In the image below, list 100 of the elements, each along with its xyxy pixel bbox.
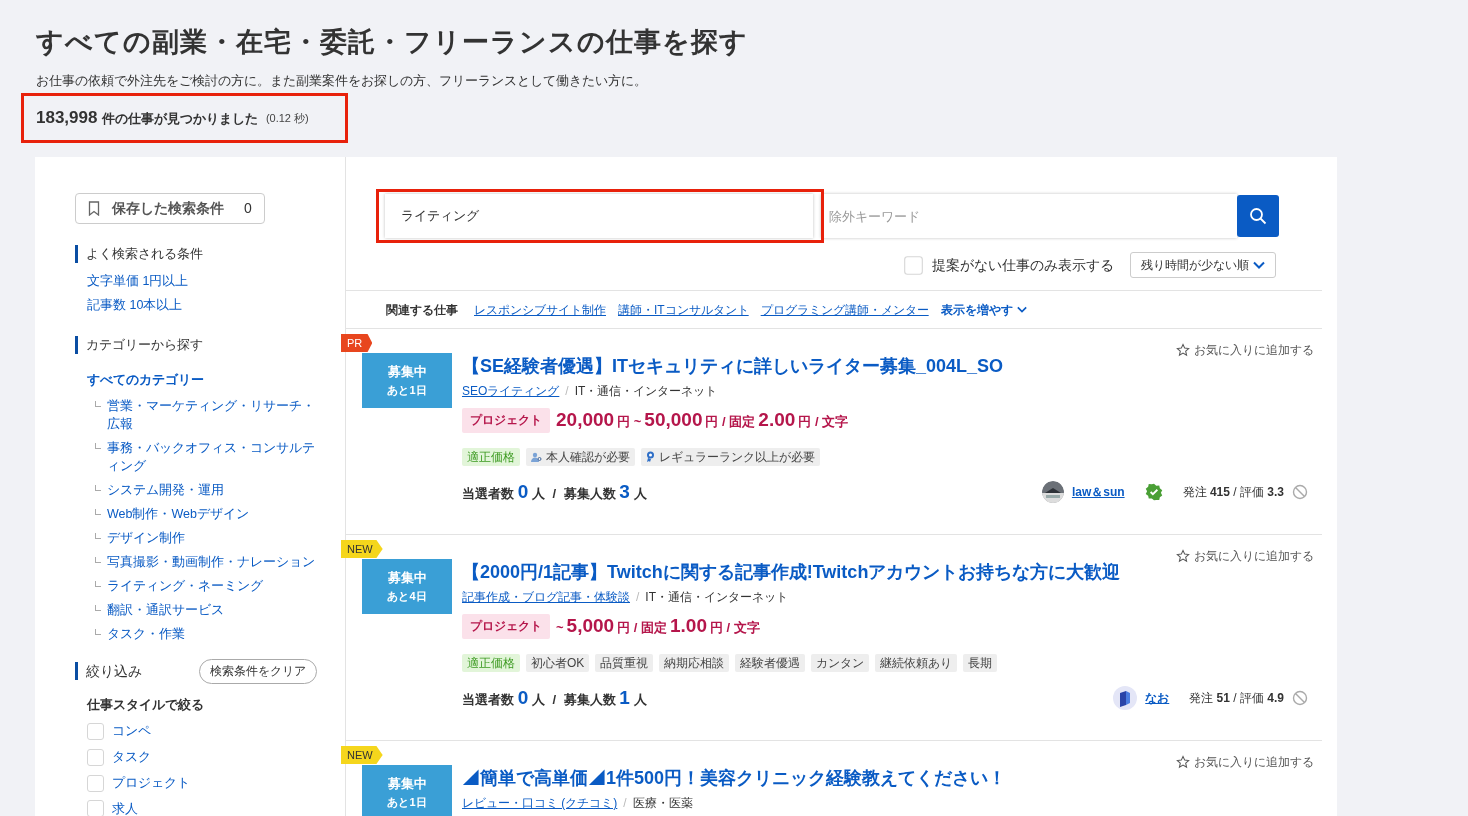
applicant-stats: 当選者数 0 人 / 募集人数 3 人 bbox=[462, 479, 647, 504]
favorite-button[interactable]: お気に入りに追加する bbox=[1176, 341, 1314, 359]
price-text: ~5,000 円 / 固定 1.00 円 / 文字 bbox=[556, 614, 761, 638]
subcategory-link[interactable]: タスク・作業 bbox=[107, 624, 185, 643]
separator: / bbox=[623, 795, 627, 812]
filter-option-label[interactable]: タスク bbox=[112, 748, 151, 767]
search-icon bbox=[1249, 207, 1267, 225]
category-link[interactable]: すべてのカテゴリー bbox=[87, 371, 204, 387]
sort-dropdown[interactable]: 残り時間が少ない順 bbox=[1130, 252, 1276, 278]
star-icon bbox=[1176, 755, 1190, 769]
job-tag: 初心者OK bbox=[526, 653, 590, 672]
exclude-keyword-field[interactable]: 除外キーワード bbox=[821, 194, 1237, 238]
ribbon-badge: NEW bbox=[341, 746, 383, 764]
status-badge: 募集中 あと1日 bbox=[362, 765, 452, 816]
subcategory-link[interactable]: デザイン制作 bbox=[107, 528, 185, 547]
job-tag: 品質重視 bbox=[595, 653, 654, 672]
subcategory-link[interactable]: システム開発・運用 bbox=[107, 480, 224, 499]
checkbox[interactable] bbox=[87, 800, 104, 816]
page-description: お仕事の依頼で外注先をご検討の方に。また副業案件をお探しの方、フリーランスとして働きたい方に。 bbox=[36, 71, 648, 90]
ribbon-badge: NEW bbox=[341, 540, 383, 558]
job-tag: 長期 bbox=[963, 653, 998, 672]
subcategory-link[interactable]: 翻訳・通訳サービス bbox=[107, 600, 224, 619]
job-tag: 適正価格 bbox=[462, 447, 520, 466]
tree-branch-icon bbox=[95, 442, 101, 449]
show-more-button[interactable]: 表示を増やす bbox=[940, 300, 1027, 319]
saved-searches-button[interactable]: 保存した検索条件 0 bbox=[75, 193, 265, 224]
subcategory-link[interactable]: 事務・バックオフィス・コンサルティング bbox=[107, 438, 317, 475]
block-icon bbox=[1292, 689, 1308, 706]
related-label: 関連する仕事 bbox=[386, 301, 458, 319]
job-type-badge: プロジェクト bbox=[462, 407, 550, 433]
industry-text: IT・通信・インターネット bbox=[574, 383, 718, 400]
client-name-link[interactable]: なお bbox=[1145, 688, 1170, 707]
star-icon bbox=[1176, 343, 1190, 357]
client-name-link[interactable]: law＆sun bbox=[1071, 482, 1125, 501]
clear-conditions-button[interactable]: 検索条件をクリア bbox=[199, 658, 317, 684]
client-stats: 発注 415 / 評価 3.3 bbox=[1182, 483, 1284, 501]
tree-branch-icon bbox=[95, 604, 101, 611]
filter-option-label[interactable]: 求人 bbox=[112, 799, 138, 816]
person-icon bbox=[531, 451, 542, 462]
tree-branch-icon bbox=[95, 508, 101, 515]
section-heading: よく検索される条件 bbox=[86, 245, 203, 263]
separator: / bbox=[565, 383, 569, 400]
job-tag: 納期応相談 bbox=[659, 653, 730, 672]
no-proposal-label[interactable]: 提案がない仕事のみ表示する bbox=[932, 254, 1114, 276]
condition-link[interactable]: 文字単価 1円以上 bbox=[87, 271, 317, 291]
subcategory-link[interactable]: 写真撮影・動画制作・ナレーション bbox=[107, 552, 315, 571]
tree-branch-icon bbox=[95, 556, 101, 563]
client-stats: 発注 51 / 評価 4.9 bbox=[1189, 689, 1284, 707]
tree-branch-icon bbox=[95, 400, 101, 407]
tree-branch-icon bbox=[95, 628, 101, 635]
category-link[interactable]: レビュー・口コミ (クチコミ) bbox=[462, 794, 618, 812]
separator: / bbox=[636, 589, 640, 606]
condition-link[interactable]: 記事数 10本以上 bbox=[87, 296, 317, 315]
related-job-link[interactable]: 講師・ITコンサルタント bbox=[618, 300, 749, 319]
favorite-button[interactable]: お気に入りに追加する bbox=[1176, 753, 1314, 771]
checkbox[interactable] bbox=[904, 255, 923, 275]
related-job-link[interactable]: プログラミング講師・メンター bbox=[760, 300, 929, 319]
checkbox[interactable] bbox=[87, 774, 104, 792]
job-tag: 適正価格 bbox=[462, 653, 520, 672]
job-tag: 経験者優遇 bbox=[735, 653, 806, 672]
section-heading: カテゴリーから探す bbox=[86, 336, 203, 354]
status-badge: 募集中 あと1日 bbox=[362, 353, 452, 408]
section-heading: 絞り込み bbox=[86, 661, 142, 681]
search-button[interactable] bbox=[1237, 195, 1279, 237]
tree-branch-icon bbox=[95, 580, 101, 587]
tree-branch-icon bbox=[95, 532, 101, 539]
job-tag: 本人確認が必要 bbox=[526, 447, 635, 466]
page-title: すべての副業・在宅・委託・フリーランスの仕事を探す bbox=[36, 26, 749, 59]
related-job-link[interactable]: レスポンシブサイト制作 bbox=[474, 300, 606, 319]
ribbon-badge: PR bbox=[341, 334, 373, 352]
checkbox[interactable] bbox=[87, 723, 104, 741]
subcategory-link[interactable]: 営業・マーケティング・リサーチ・広報 bbox=[107, 396, 317, 433]
block-icon bbox=[1292, 483, 1308, 500]
keyword-field[interactable]: ライティング bbox=[385, 194, 813, 238]
subcategory-link[interactable]: ライティング・ネーミング bbox=[107, 576, 263, 595]
star-icon bbox=[1176, 549, 1190, 563]
checkbox[interactable] bbox=[87, 748, 104, 766]
job-type-badge: プロジェクト bbox=[462, 613, 550, 639]
industry-text: 医療・医薬 bbox=[632, 795, 693, 812]
filter-subheading: 仕事スタイルで絞る bbox=[85, 696, 205, 714]
search-time-text: (0.12 秒) bbox=[265, 110, 309, 126]
filter-option-label[interactable]: コンペ bbox=[112, 722, 151, 741]
category-link[interactable]: SEOライティング bbox=[462, 382, 560, 400]
subcategory-link[interactable]: Web制作・Webデザイン bbox=[107, 504, 249, 523]
favorite-button[interactable]: お気に入りに追加する bbox=[1176, 547, 1314, 565]
filter-option-label[interactable]: プロジェクト bbox=[112, 773, 190, 793]
chevron-down-icon bbox=[1253, 261, 1265, 269]
applicant-stats: 当選者数 0 人 / 募集人数 1 人 bbox=[462, 685, 647, 710]
result-count-text: 183,998 件の仕事が見つかりました bbox=[36, 107, 258, 130]
medal-icon bbox=[646, 451, 655, 462]
price-text: 20,000 円 ~50,000 円 / 固定 2.00 円 / 文字 bbox=[556, 408, 850, 432]
job-tag: 継続依頼あり bbox=[875, 653, 958, 672]
job-tag: カンタン bbox=[811, 653, 870, 672]
category-link[interactable]: 記事作成・ブログ記事・体験談 bbox=[462, 588, 630, 606]
chevron-down-icon bbox=[1016, 306, 1027, 313]
bookmark-icon bbox=[88, 201, 100, 216]
job-tag: レギュラーランク以上が必要 bbox=[641, 447, 820, 466]
tree-branch-icon bbox=[95, 484, 101, 491]
industry-text: IT・通信・インターネット bbox=[645, 589, 788, 606]
status-badge: 募集中 あと4日 bbox=[362, 559, 452, 614]
